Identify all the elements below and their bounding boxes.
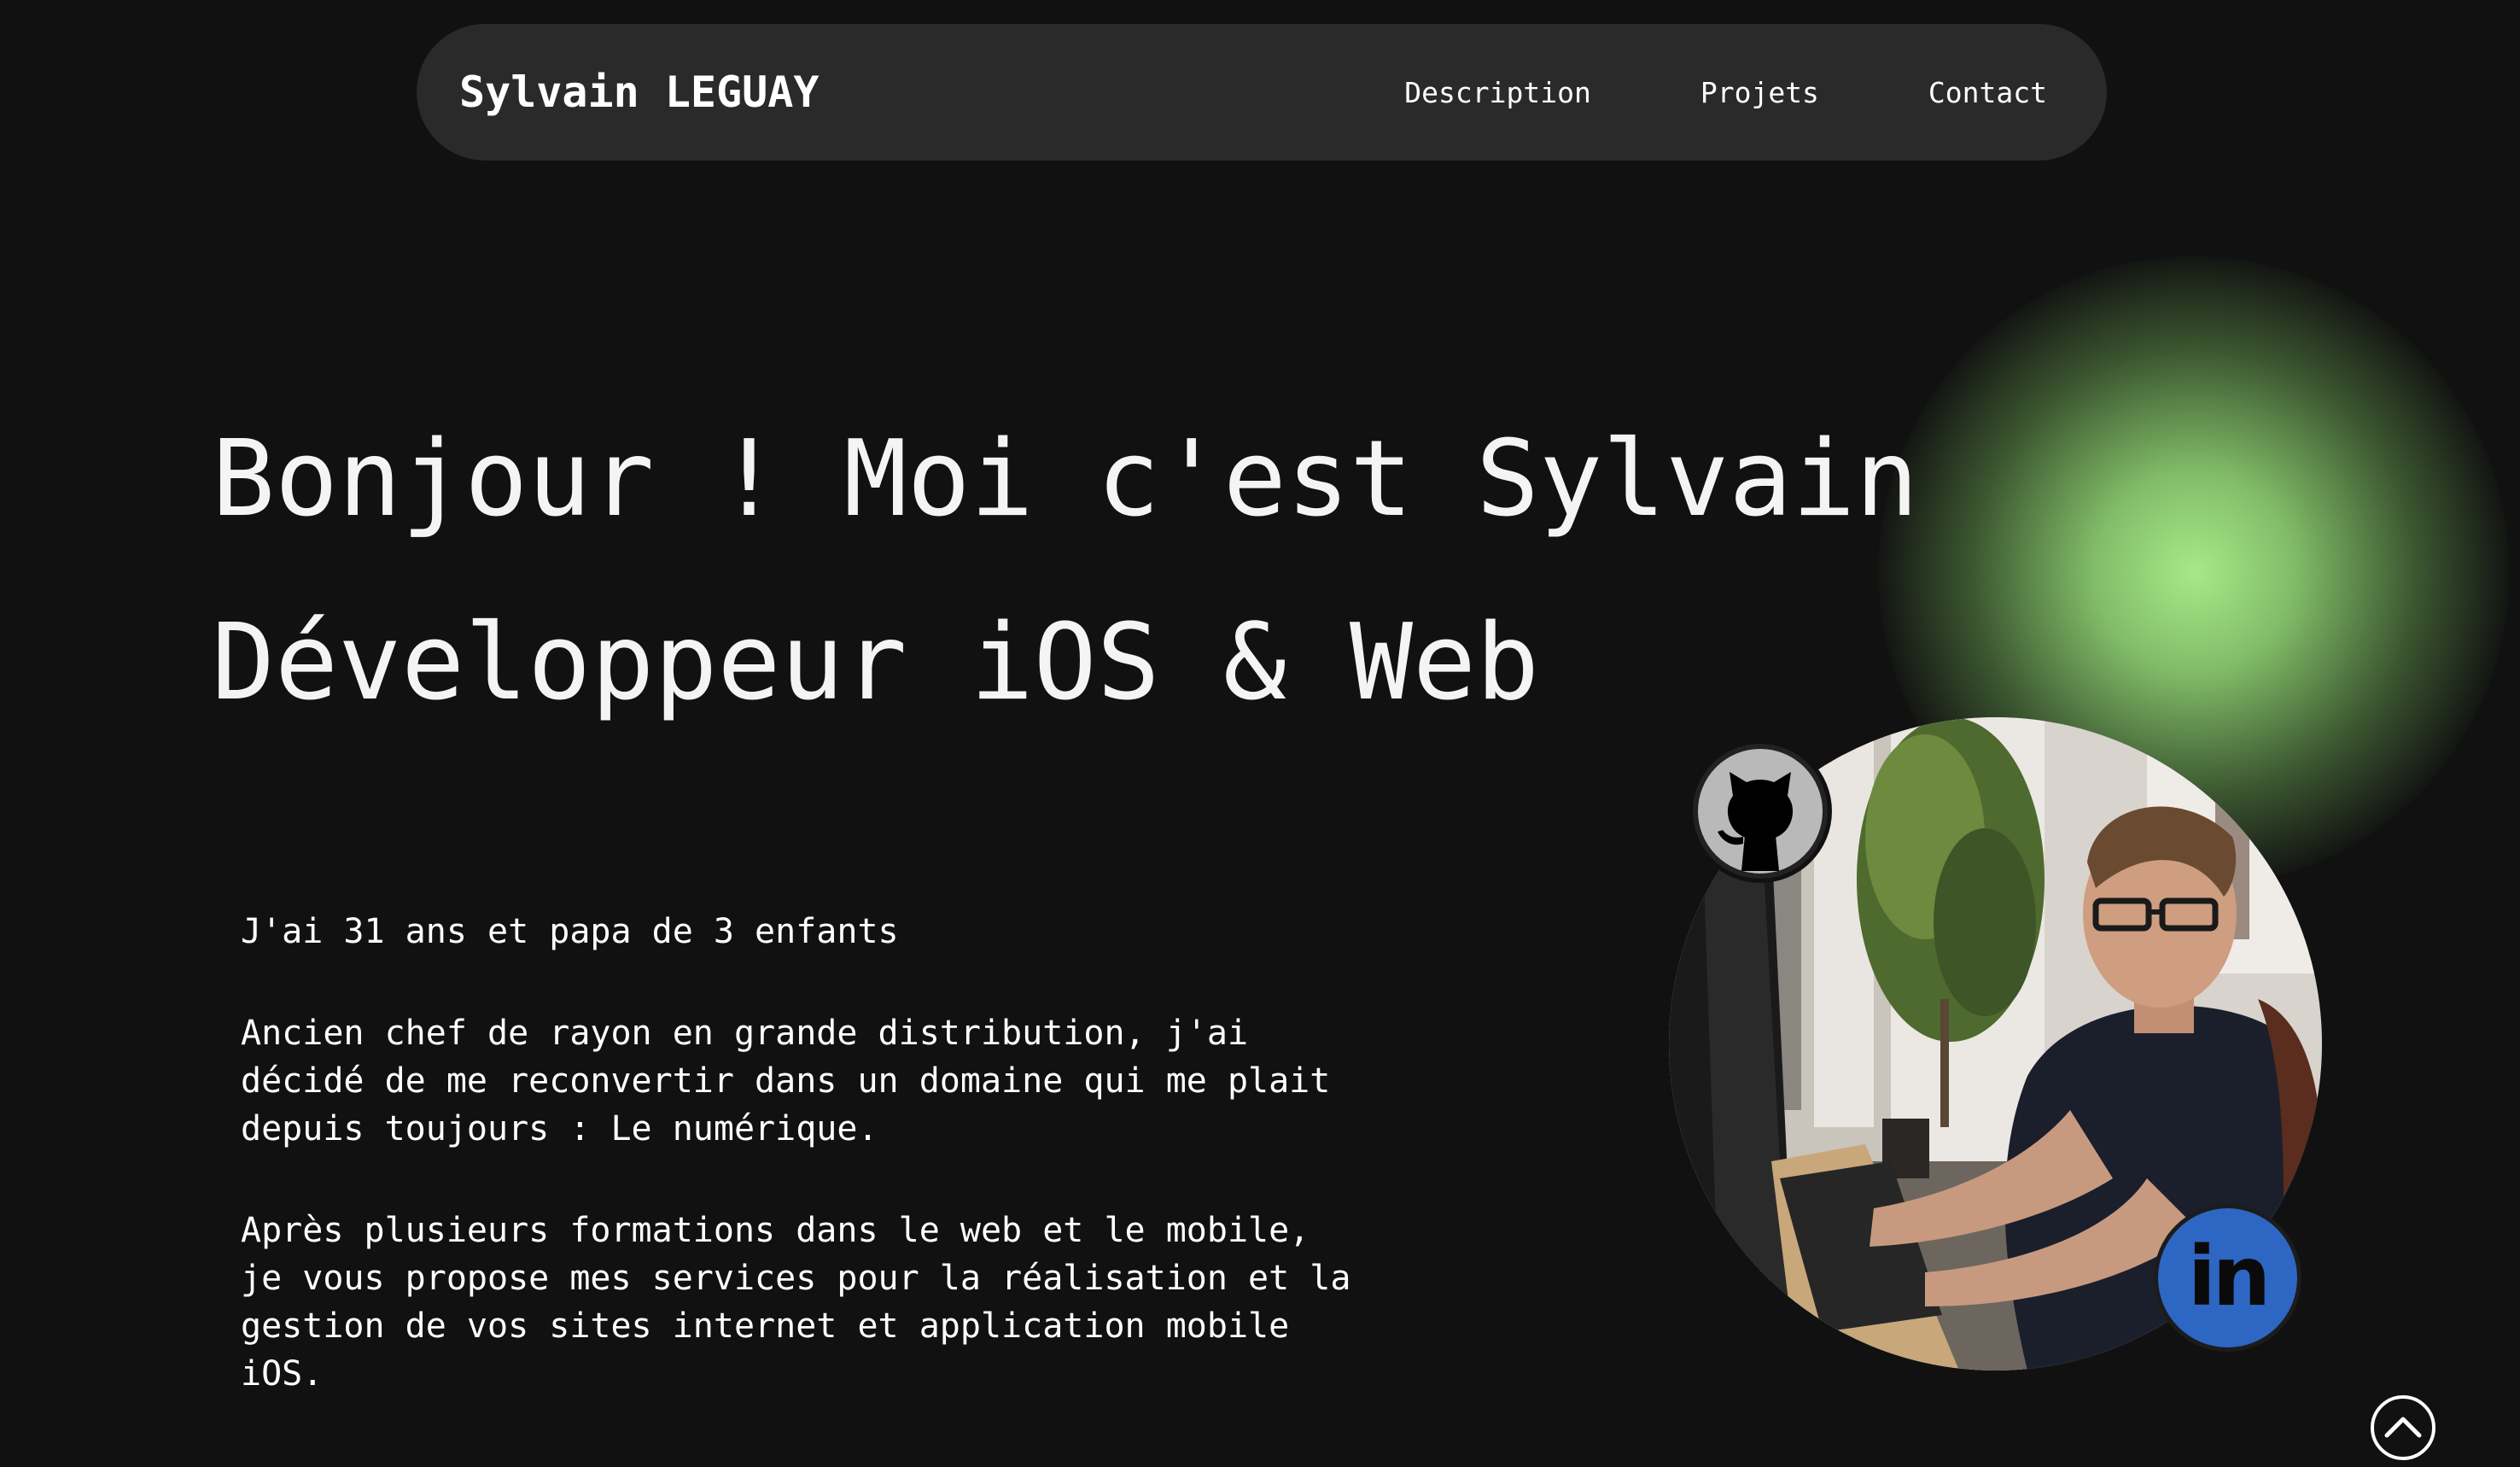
bio-paragraph-services: Après plusieurs formations dans le web e…	[241, 1211, 1351, 1394]
linkedin-link[interactable]: in	[2158, 1208, 2297, 1347]
nav-link-contact[interactable]: Contact	[1928, 76, 2047, 109]
nav-link-description[interactable]: Description	[1404, 76, 1591, 109]
navbar: Sylvain LEGUAY Description Projets Conta…	[417, 24, 2107, 161]
chevron-up-circle-icon	[2371, 1395, 2435, 1460]
bio-paragraph-career: Ancien chef de rayon en grande distribut…	[241, 1014, 1331, 1148]
nav-link-projets[interactable]: Projets	[1700, 76, 1819, 109]
github-octocat-icon	[1693, 744, 1828, 879]
github-link[interactable]	[1692, 743, 1829, 880]
nav-links: Description Projets Contact	[1404, 24, 2047, 161]
bio-paragraph-age: J'ai 31 ans et papa de 3 enfants	[241, 912, 899, 951]
hero-job-title: Développeur iOS & Web	[212, 602, 1540, 724]
hero-greeting: Bonjour ! Moi c'est Sylvain	[212, 418, 1919, 541]
brand-name[interactable]: Sylvain LEGUAY	[459, 24, 819, 161]
scroll-to-top-button[interactable]	[2370, 1394, 2436, 1461]
linkedin-icon: in	[2187, 1228, 2271, 1324]
page: Sylvain LEGUAY Description Projets Conta…	[0, 0, 2520, 1467]
bio-section: J'ai 31 ans et papa de 3 enfants Ancien …	[241, 908, 1368, 1452]
